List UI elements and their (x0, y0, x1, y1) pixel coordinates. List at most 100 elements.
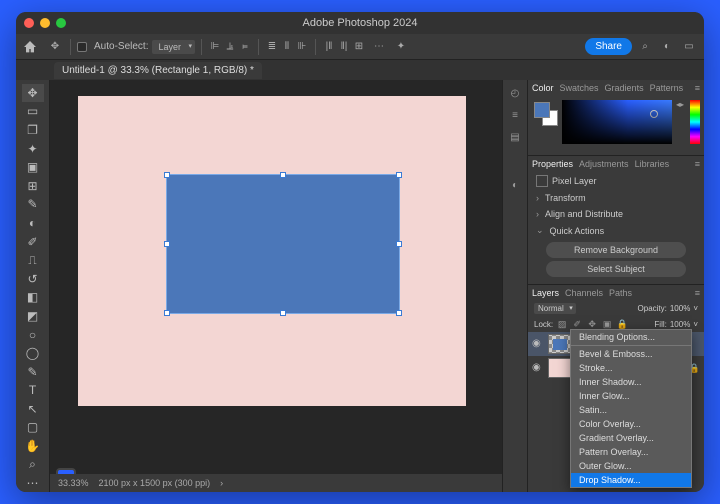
handle-bl[interactable] (164, 310, 170, 316)
zoom-tool[interactable]: ⌕ (22, 456, 44, 474)
ctx-satin[interactable]: Satin... (571, 403, 691, 417)
lasso-tool[interactable]: ❐ (22, 121, 44, 139)
hue-slider[interactable] (690, 100, 700, 144)
status-chevron-icon[interactable]: › (220, 478, 223, 488)
minimize-icon[interactable] (40, 18, 50, 28)
align-section[interactable]: Align and Distribute (528, 206, 704, 222)
ctx-pattern-overlay[interactable]: Pattern Overlay... (571, 445, 691, 459)
fg-bg-swatch[interactable] (534, 102, 558, 126)
panel-icon-1[interactable]: ◴ (507, 86, 523, 100)
history-brush-tool[interactable]: ↺ (22, 270, 44, 288)
maximize-icon[interactable] (56, 18, 66, 28)
tab-gradients[interactable]: Gradients (605, 83, 644, 93)
ctx-blending-options[interactable]: Blending Options... (571, 330, 691, 344)
quick-actions-section[interactable]: Quick Actions (528, 222, 704, 239)
panel-icon-3[interactable]: ▤ (507, 130, 523, 144)
dodge-tool[interactable]: ◯ (22, 344, 44, 362)
ctx-inner-glow[interactable]: Inner Glow... (571, 389, 691, 403)
panel-menu-icon[interactable]: ≡ (695, 288, 700, 298)
visibility-icon[interactable]: ◉ (532, 338, 544, 350)
tab-properties[interactable]: Properties (532, 159, 573, 169)
pen-tool[interactable]: ✎ (22, 363, 44, 381)
handle-ml[interactable] (164, 241, 170, 247)
3d-icon[interactable]: ✦ (392, 38, 410, 56)
align-center-icon[interactable]: ⫡ (223, 38, 237, 56)
tab-layers[interactable]: Layers (532, 288, 559, 298)
auto-select-checkbox[interactable] (77, 42, 87, 52)
frame-tool[interactable]: ⊞ (22, 177, 44, 195)
tab-color[interactable]: Color (532, 83, 554, 93)
close-icon[interactable] (24, 18, 34, 28)
search-icon[interactable]: ⌕ (636, 38, 654, 56)
share-button[interactable]: Share (585, 38, 632, 55)
lock-pixels-icon[interactable]: ▨ (556, 318, 568, 330)
distribute-v-icon[interactable]: ⦀ (280, 38, 294, 56)
tab-paths[interactable]: Paths (609, 288, 632, 298)
eyedropper-tool[interactable]: ✎ (22, 196, 44, 214)
panel-icon-2[interactable]: ≡ (507, 108, 523, 122)
ctx-stroke[interactable]: Stroke... (571, 361, 691, 375)
crop-tool[interactable]: ▣ (22, 158, 44, 176)
ctx-bevel-emboss[interactable]: Bevel & Emboss... (571, 347, 691, 361)
tab-libraries[interactable]: Libraries (635, 159, 670, 169)
workspace-icon[interactable]: ▭ (680, 38, 698, 56)
layer-thumb[interactable] (548, 358, 572, 378)
handle-tl[interactable] (164, 172, 170, 178)
help-icon[interactable]: ◐ (658, 38, 676, 56)
blur-tool[interactable]: ○ (22, 326, 44, 344)
marquee-tool[interactable]: ▭ (22, 103, 44, 121)
handle-mr[interactable] (396, 241, 402, 247)
opacity-value[interactable]: 100% (670, 304, 690, 313)
canvas-area[interactable]: 33.33% 2100 px x 1500 px (300 ppi) › (50, 80, 502, 492)
color-field[interactable] (562, 100, 672, 144)
path-tool[interactable]: ↖ (22, 400, 44, 418)
ctx-color-overlay[interactable]: Color Overlay... (571, 417, 691, 431)
panel-icon-4[interactable]: ◐ (507, 178, 523, 192)
tab-swatches[interactable]: Swatches (560, 83, 599, 93)
shape-tool[interactable]: ▢ (22, 419, 44, 437)
color-marker[interactable] (650, 110, 658, 118)
gradient-tool[interactable]: ◩ (22, 307, 44, 325)
select-subject-button[interactable]: Select Subject (546, 261, 686, 277)
doc-tab[interactable]: Untitled-1 @ 33.3% (Rectangle 1, RGB/8) … (54, 62, 262, 79)
handle-br[interactable] (396, 310, 402, 316)
distribute-icon[interactable]: ⊪ (295, 38, 309, 56)
handle-tr[interactable] (396, 172, 402, 178)
more-icon[interactable]: ⋯ (370, 38, 388, 56)
move-tool[interactable]: ✥ (22, 84, 44, 102)
ctx-drop-shadow[interactable]: Drop Shadow... (571, 473, 691, 487)
layer-dropdown[interactable]: Layer (152, 40, 195, 54)
ctx-gradient-overlay[interactable]: Gradient Overlay... (571, 431, 691, 445)
transform-section[interactable]: Transform (528, 190, 704, 206)
type-tool[interactable]: T (22, 382, 44, 400)
visibility-icon[interactable]: ◉ (532, 362, 544, 374)
hand-tool[interactable]: ✋ (22, 437, 44, 455)
layer-thumb[interactable] (548, 334, 572, 354)
stamp-tool[interactable]: ⎍ (22, 251, 44, 269)
fill-value[interactable]: 100% (670, 320, 690, 329)
ctx-outer-glow[interactable]: Outer Glow... (571, 459, 691, 473)
edit-toolbar[interactable]: ⋯ (22, 474, 44, 492)
distribute-h-icon[interactable]: ≣ (265, 38, 279, 56)
handle-bm[interactable] (280, 310, 286, 316)
blend-mode-dropdown[interactable]: Normal (534, 303, 576, 314)
wand-tool[interactable]: ✦ (22, 140, 44, 158)
chevron-down-icon[interactable]: ˅ (693, 304, 698, 313)
tab-channels[interactable]: Channels (565, 288, 603, 298)
move-tool-icon[interactable]: ✥ (46, 38, 64, 56)
align-right-icon[interactable]: ⫢ (238, 38, 252, 56)
ctx-inner-shadow[interactable]: Inner Shadow... (571, 375, 691, 389)
zoom-level[interactable]: 33.33% (58, 478, 89, 488)
eraser-tool[interactable]: ◧ (22, 289, 44, 307)
tab-adjustments[interactable]: Adjustments (579, 159, 629, 169)
canvas[interactable] (78, 96, 466, 406)
align-left-icon[interactable]: ⊫ (208, 38, 222, 56)
handle-tm[interactable] (280, 172, 286, 178)
healing-tool[interactable]: ◐ (22, 214, 44, 232)
fg-color[interactable] (534, 102, 550, 118)
home-icon[interactable] (22, 39, 38, 55)
space-v-icon[interactable]: ‖| (337, 38, 351, 56)
tab-patterns[interactable]: Patterns (650, 83, 684, 93)
brush-tool[interactable]: ✐ (22, 233, 44, 251)
panel-menu-icon[interactable]: ≡ (695, 159, 700, 169)
